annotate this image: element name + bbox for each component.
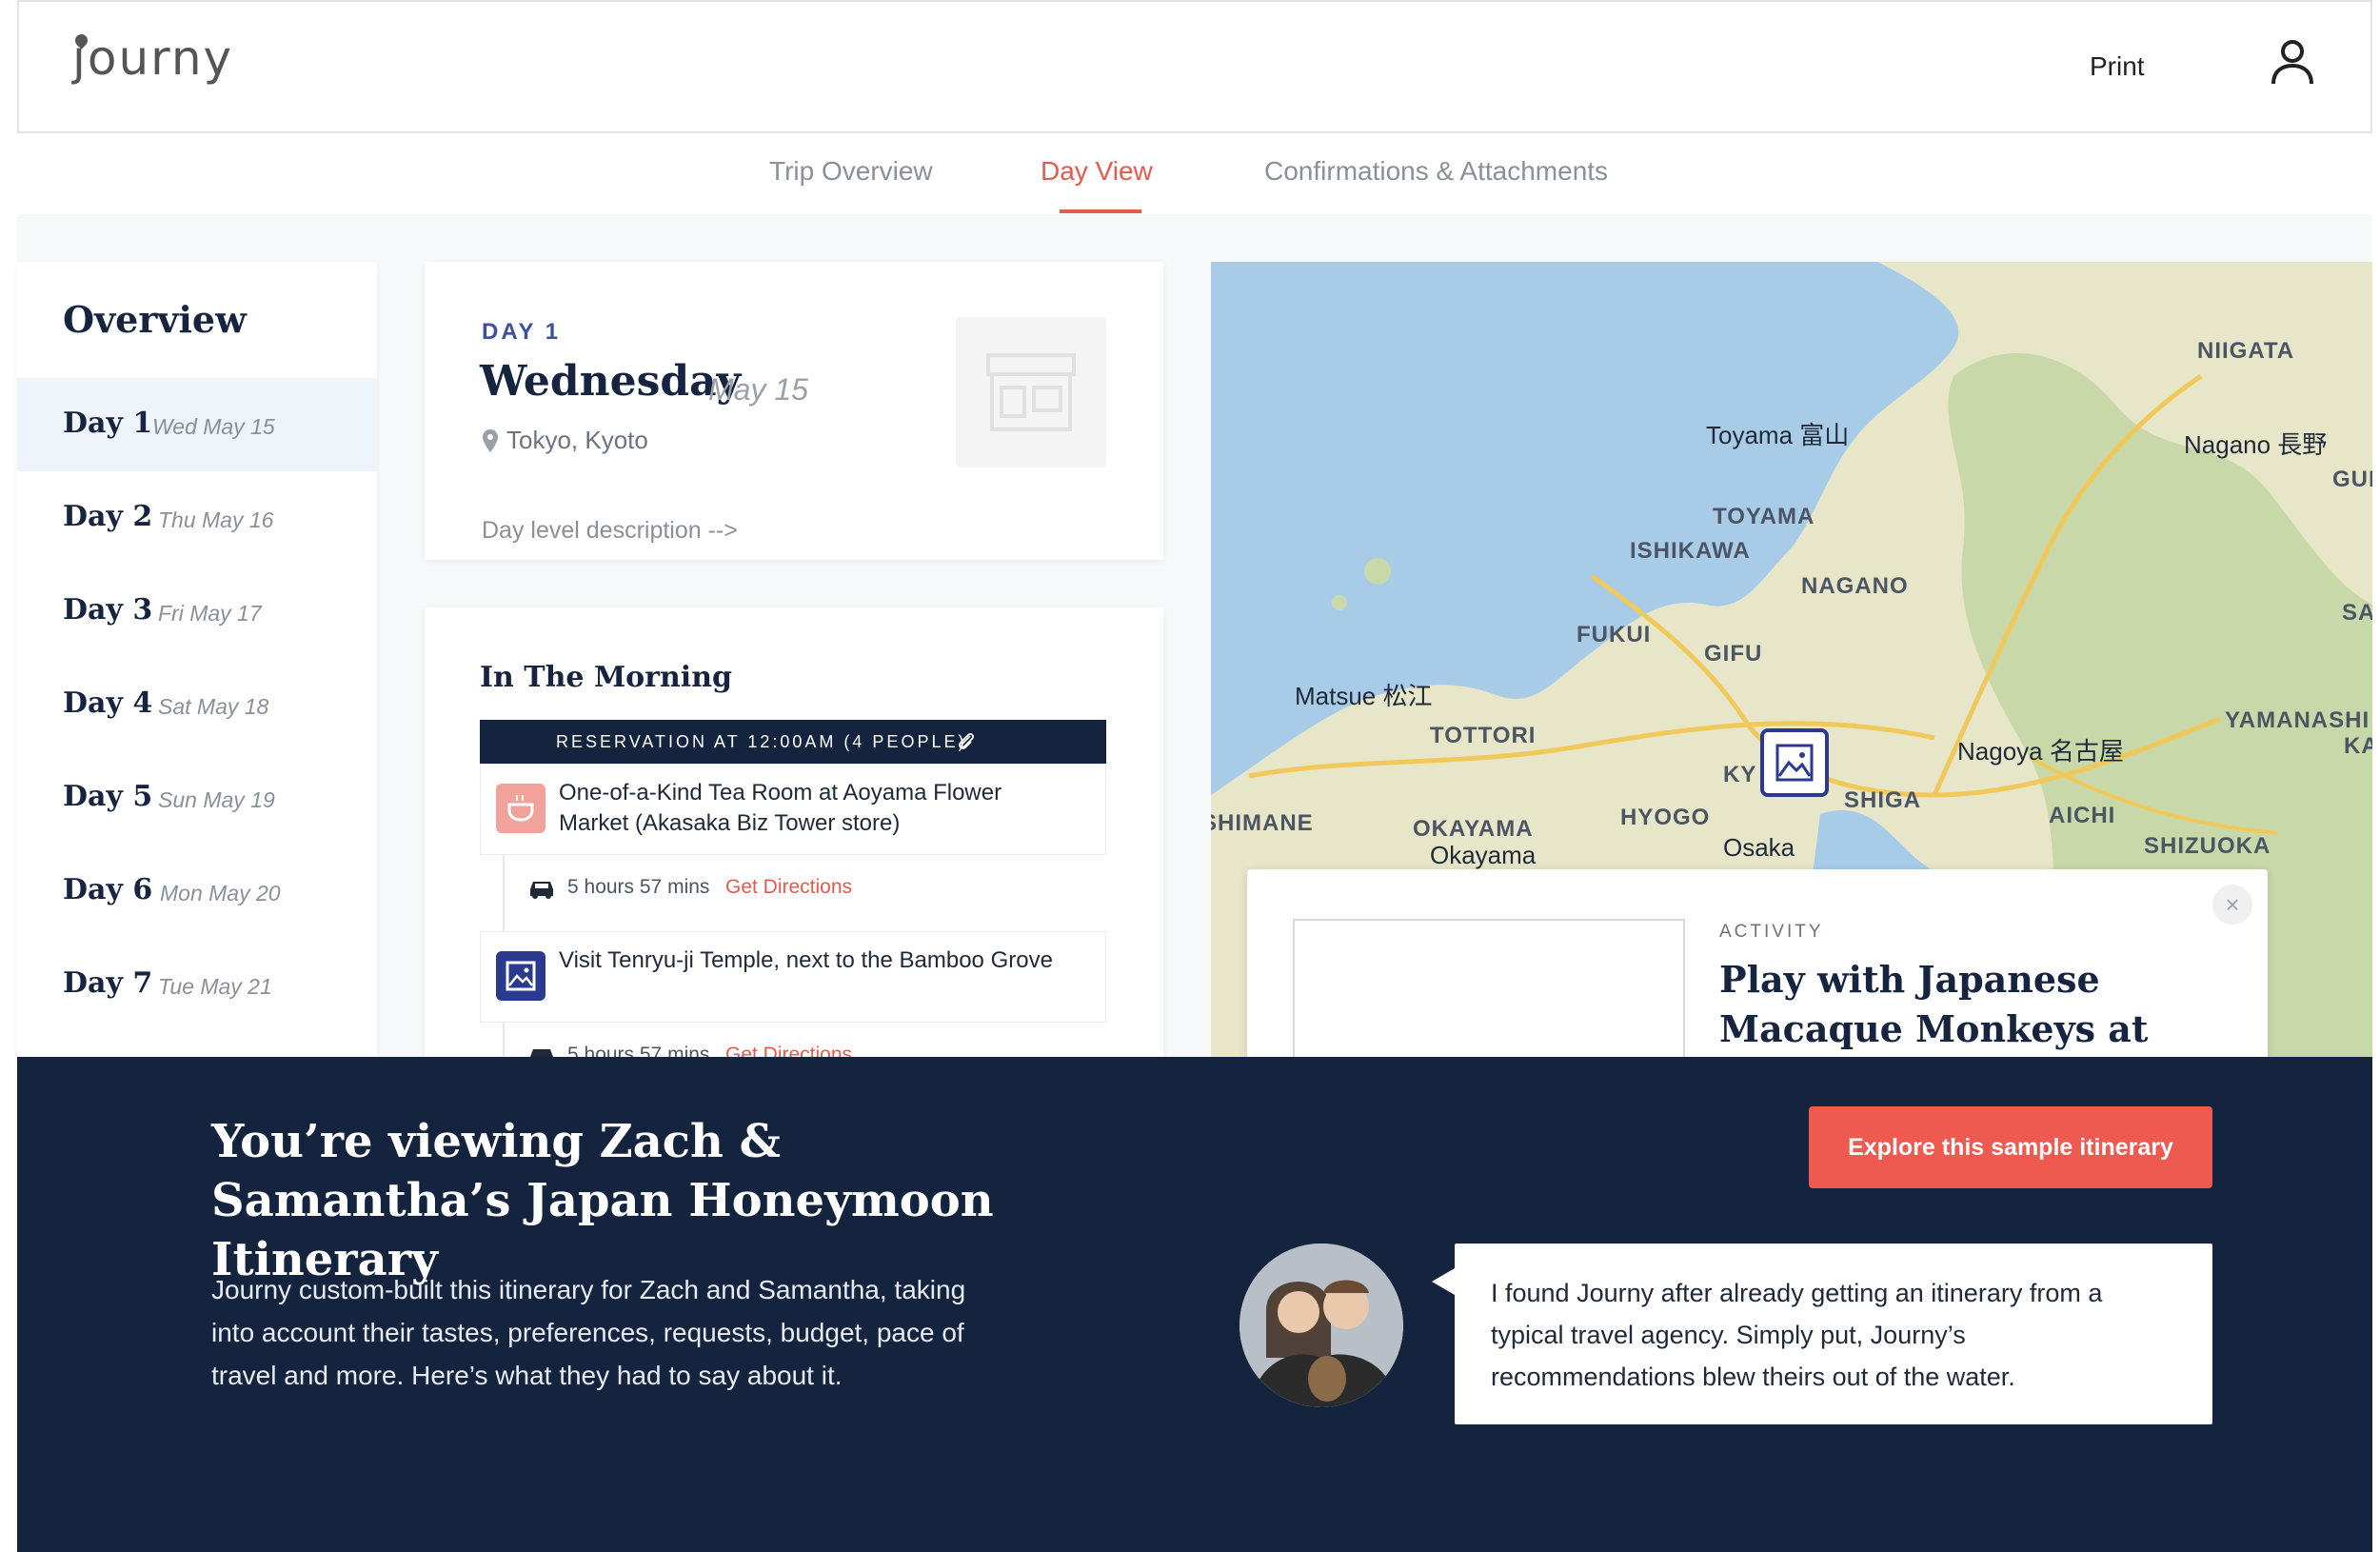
map-activity-marker[interactable] [1760, 728, 1829, 797]
day-date: Mon May 20 [160, 881, 281, 905]
day-location: Tokyo, Kyoto [506, 426, 648, 454]
map-city-label: Nagoya 名古屋 [1957, 737, 2124, 766]
map-region-label: GIFU [1704, 641, 1763, 667]
get-directions-link[interactable]: Get Directions [725, 876, 852, 899]
testimonial-bubble: I found Journy after already getting an … [1432, 1244, 2212, 1424]
day-description: Day level description --> [482, 517, 738, 544]
map-region-label: OKAYAMA [1413, 816, 1534, 842]
image-icon [496, 951, 545, 1001]
map-region-label: SHIMANE [1211, 810, 1314, 836]
sidebar-title[interactable]: Overview [63, 298, 247, 341]
banner-title: You’re viewing Zach & Samantha’s Japan H… [211, 1115, 994, 1286]
reservation-text: RESERVATION AT 12:00AM (4 PEOPLE) [556, 732, 967, 751]
banner-description: Journy custom-built this itinerary for Z… [211, 1275, 966, 1390]
top-navbar: journy Print [17, 0, 2372, 133]
map-region-label: SHIZUOKA [2144, 833, 2271, 859]
day-label: Day 1 [63, 407, 153, 440]
map-region-label: KY [1723, 762, 1757, 787]
map-city-label: Matsue 松江 [1295, 682, 1433, 710]
travel-duration: 5 hours 57 mins [567, 876, 710, 898]
map-region-label: GUN [2332, 467, 2372, 492]
day-label: Day 3 [63, 593, 153, 627]
sidebar-item-day-7[interactable]: Day 7 Tue May 21 [17, 938, 377, 1031]
map-region-label: SHIGA [1844, 787, 1922, 813]
map-region-label: TOYAMA [1713, 504, 1815, 529]
sidebar-item-day-5[interactable]: Day 5 Sun May 19 [17, 751, 377, 845]
location-pin-icon [483, 429, 498, 452]
image-icon [1775, 744, 1814, 782]
morning-section-card: In The Morning RESERVATION AT 12:00AM (4… [425, 607, 1163, 1057]
map-region-label: AICHI [2049, 803, 2116, 828]
paperclip-icon[interactable] [956, 731, 977, 752]
item-title: Visit Tenryu-ji Temple, next to the Bamb… [559, 947, 1053, 973]
item-title: One-of-a-Kind Tea Room at Aoyama Flower … [559, 780, 1002, 836]
day-date: Thu May 16 [158, 507, 274, 532]
map-region-label: ISHIKAWA [1630, 538, 1751, 564]
map-region-label: KA [2344, 733, 2372, 759]
travel-segment: 5 hours 57 mins Get Directions [503, 1023, 852, 1057]
day-number-label: DAY 1 [482, 319, 562, 345]
day-date: Tue May 21 [158, 974, 272, 999]
day-header-card: DAY 1 Wednesday May 15 Tokyo, Kyoto Day … [425, 262, 1163, 560]
day-date: Wed May 15 [152, 414, 275, 439]
get-directions-link[interactable]: Get Directions [725, 1044, 852, 1057]
travel-duration: 5 hours 57 mins [567, 1044, 710, 1057]
section-title: In The Morning [480, 661, 732, 694]
activity-popup[interactable]: ACTIVITY Play with Japanese Macaque Monk… [1247, 869, 2268, 1100]
user-account-icon[interactable] [2270, 38, 2315, 86]
map-city-label: Okayama [1430, 841, 1537, 869]
map-region-label: SA [2342, 600, 2372, 626]
tab-trip-overview[interactable]: Trip Overview [769, 156, 933, 187]
map-region-label: FUKUI [1577, 622, 1652, 647]
car-icon [530, 882, 553, 899]
map-city-label: Nagano 長野 [2184, 430, 2328, 459]
active-tab-underline [1060, 209, 1141, 213]
testimonial-text: I found Journy after already getting an … [1491, 1279, 2103, 1391]
sidebar-item-day-3[interactable]: Day 3 Fri May 17 [17, 565, 377, 658]
sidebar-item-day-2[interactable]: Day 2 Thu May 16 [17, 471, 377, 565]
activity-image [1293, 919, 1685, 1071]
logo-text: journy [72, 30, 234, 86]
sidebar-item-day-1[interactable]: Day 1 Wed May 15 [17, 378, 377, 471]
day-date: Fri May 17 [158, 601, 262, 626]
car-icon [530, 1049, 553, 1057]
list-item[interactable]: Visit Tenryu-ji Temple, next to the Bamb… [480, 931, 1106, 1023]
storefront-icon [956, 317, 1106, 468]
reservation-bar: RESERVATION AT 12:00AM (4 PEOPLE) [480, 720, 1106, 764]
view-tabs: Trip Overview Day View Confirmations & A… [17, 133, 2372, 214]
close-button[interactable]: × [2212, 885, 2252, 925]
print-button[interactable]: Print [2090, 51, 2145, 82]
sidebar-item-day-4[interactable]: Day 4 Sat May 18 [17, 658, 377, 751]
sample-itinerary-banner: You’re viewing Zach & Samantha’s Japan H… [17, 1057, 2372, 1552]
map-city-label: Toyama 富山 [1706, 421, 1850, 449]
map-region-label: NIIGATA [2197, 338, 2295, 364]
day-date: Sat May 18 [158, 694, 269, 719]
day-label: Day 6 [63, 873, 153, 906]
day-label: Day 2 [63, 500, 153, 533]
teacup-icon [496, 784, 545, 833]
map-city-label: Osaka [1723, 833, 1795, 862]
sidebar-item-day-6[interactable]: Day 6 Mon May 20 [17, 845, 377, 938]
journy-logo[interactable]: journy [72, 30, 233, 86]
couple-avatar [1240, 1244, 1403, 1407]
map-region-label: HYOGO [1620, 805, 1711, 830]
day-label: Day 7 [63, 966, 153, 1000]
activity-kind-label: ACTIVITY [1719, 922, 1824, 942]
day-date: Sun May 19 [158, 787, 275, 812]
day-date: May 15 [708, 372, 808, 407]
day-weekday: Wednesday [480, 357, 742, 406]
overview-sidebar: Overview Day 1 Wed May 15 Day 2 Thu May … [17, 262, 377, 1057]
day-label: Day 4 [63, 686, 153, 720]
tab-day-view[interactable]: Day View [1041, 156, 1153, 187]
map-region-label: NAGANO [1801, 573, 1909, 599]
day-label: Day 5 [63, 780, 153, 813]
map-region-label: TOTTORI [1430, 723, 1537, 748]
list-item[interactable]: One-of-a-Kind Tea Room at Aoyama Flower … [480, 764, 1106, 855]
travel-segment: 5 hours 57 mins Get Directions [503, 855, 852, 931]
tab-confirmations[interactable]: Confirmations & Attachments [1264, 156, 1608, 187]
map-region-label: YAMANASHI [2225, 707, 2370, 733]
explore-itinerary-button[interactable]: Explore this sample itinerary [1809, 1106, 2212, 1188]
